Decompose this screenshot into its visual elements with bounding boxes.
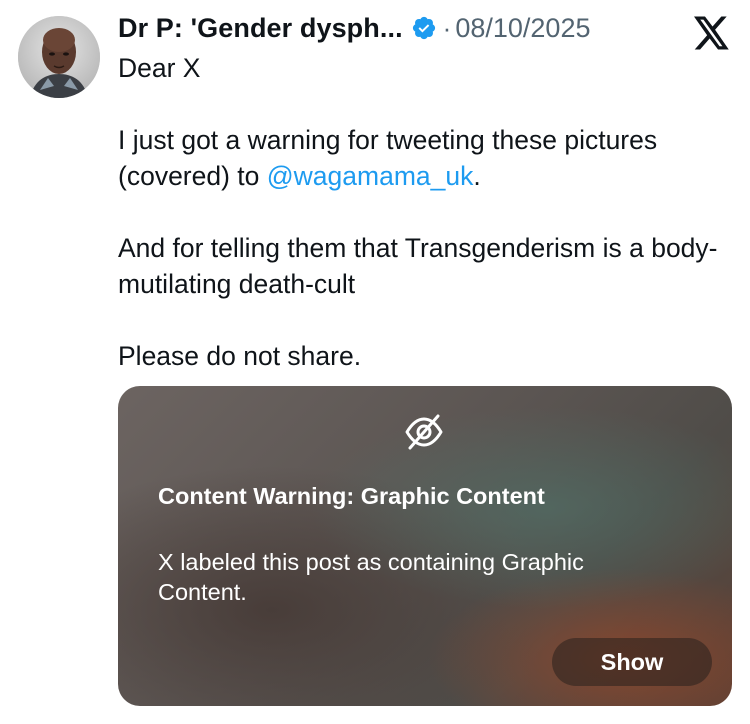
post-body: Dear X I just got a warning for tweeting… — [118, 50, 738, 374]
post-header: Dr P: 'Gender dysph... · 08/10/2025 — [118, 10, 590, 46]
verified-badge-icon — [411, 15, 437, 41]
mention-link[interactable]: @wagamama_uk — [267, 161, 474, 191]
post-text-para3: And for telling them that Transgenderism… — [118, 233, 718, 299]
content-warning-title: Content Warning: Graphic Content — [158, 483, 545, 509]
author-name[interactable]: Dr P: 'Gender dysph... — [118, 13, 403, 44]
sensitive-media-card[interactable]: Content Warning: Graphic Content X label… — [118, 386, 732, 706]
author-avatar[interactable] — [18, 16, 100, 98]
post-text-para4: Please do not share. — [118, 341, 362, 371]
content-warning-description: X labeled this post as containing Graphi… — [158, 549, 584, 605]
post-text-para2-end: . — [473, 161, 481, 191]
show-media-button[interactable]: Show — [552, 638, 712, 686]
eye-off-icon — [404, 412, 444, 452]
post-text-line1: Dear X — [118, 53, 201, 83]
post-date[interactable]: 08/10/2025 — [455, 13, 590, 44]
x-logo-icon — [694, 16, 730, 50]
post-text-para2: I just got a warning for tweeting these … — [118, 122, 738, 194]
separator-dot: · — [442, 12, 452, 43]
